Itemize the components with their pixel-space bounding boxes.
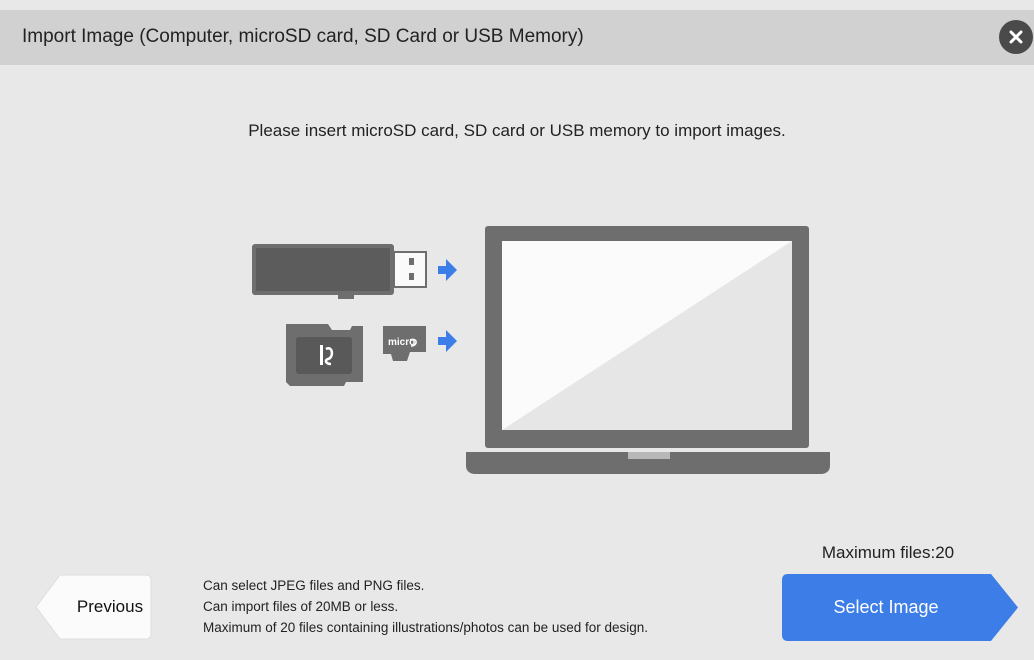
file-requirements: Can select JPEG files and PNG files. Can… xyxy=(203,575,648,638)
sd-card-icon xyxy=(286,324,363,386)
previous-label: Previous xyxy=(76,597,144,616)
arrow-right-icon xyxy=(438,259,457,281)
select-image-button[interactable]: Select Image xyxy=(782,574,1018,641)
usb-memory-icon xyxy=(252,244,427,299)
note-line: Can select JPEG files and PNG files. xyxy=(203,578,425,593)
microsd-card-icon: micro xyxy=(383,326,426,361)
previous-button[interactable]: Previous xyxy=(36,574,152,640)
note-line: Can import files of 20MB or less. xyxy=(203,599,399,614)
note-line: Maximum of 20 files containing illustrat… xyxy=(203,620,648,635)
select-image-label: Select Image xyxy=(833,597,939,617)
max-files-label: Maximum files:20 xyxy=(821,543,955,562)
arrow-right-icon xyxy=(438,330,457,352)
laptop-icon xyxy=(466,226,830,474)
